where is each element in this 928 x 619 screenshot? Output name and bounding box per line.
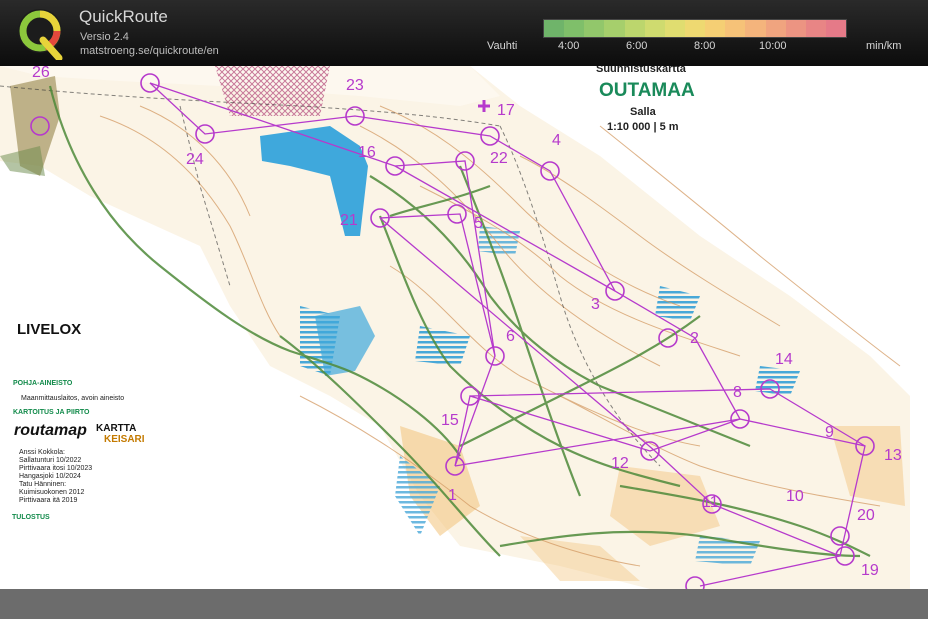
control-number: 1 [448, 487, 457, 504]
pace-color-cell [604, 20, 625, 37]
credit-line: Anssi Kokkola: [19, 449, 65, 456]
control-number: 9 [825, 424, 834, 441]
control-number: 8 [733, 384, 742, 401]
credit-line: Tatu Hänninen: [19, 481, 67, 488]
control-number: 14 [775, 351, 793, 368]
orienteering-map[interactable]: Suunnistuskartta OUTAMAA Salla 1:10 000 … [0, 66, 928, 589]
map-name: OUTAMAA [599, 80, 695, 101]
pace-color-cell [785, 20, 806, 37]
credits-pohja-text: Maanmittauslaitos, avoin aineisto [21, 395, 125, 402]
credit-line: Pirttivaara itä 2019 [19, 497, 78, 504]
control-number: 2 [690, 330, 699, 347]
control-number: 13 [884, 447, 902, 464]
credit-line: Sallatunturi 10/2022 [19, 457, 82, 464]
kartta-logo: KARTTA [96, 423, 137, 434]
pace-color-cell [584, 20, 605, 37]
credit-lines: Anssi Kokkola: Sallatunturi 10/2022 Pirt… [19, 449, 92, 505]
map-area: Salla [630, 106, 656, 118]
keisari-logo: KEISARI [104, 434, 145, 445]
app-version: Versio 2.4 [80, 31, 129, 43]
pace-color-cell [765, 20, 786, 37]
routamap-logo: routamap [14, 422, 87, 439]
credit-line: Kuimisuokonen 2012 [19, 489, 85, 496]
pace-color-cell [745, 20, 766, 37]
pace-color-cell [564, 20, 585, 37]
pace-color-cell [805, 20, 826, 37]
control-number: 5 [474, 215, 483, 232]
control-number: 16 [358, 144, 376, 161]
app-url[interactable]: matstroeng.se/quickroute/en [80, 45, 219, 57]
map-scale: 1:10 000 | 5 m [607, 121, 679, 133]
pace-color-cell [544, 20, 565, 37]
pace-color-cell [825, 20, 847, 37]
control-number: 21 [340, 212, 358, 229]
control-number: 20 [857, 507, 875, 524]
map-type-label: Suunnistuskartta [596, 66, 686, 75]
control-number: 3 [591, 296, 600, 313]
pace-unit: min/km [866, 40, 902, 52]
map-canvas [0, 66, 928, 589]
credits-kartoitus-title: KARTOITUS JA PIIRTO [13, 409, 90, 416]
app-header: QuickRoute Versio 2.4 matstroeng.se/quic… [0, 0, 928, 66]
pace-tick: 4:00 [558, 40, 580, 52]
app-title: QuickRoute [79, 7, 168, 26]
credits-pohja-title: POHJA-AINEISTO [13, 380, 73, 387]
control-number: 4 [552, 132, 561, 149]
map-credits: POHJA-AINEISTO Maanmittauslaitos, avoin … [13, 379, 193, 418]
control-number: 23 [346, 77, 364, 94]
pace-color-cell [705, 20, 726, 37]
pace-tick: 6:00 [626, 40, 648, 52]
pace-color-cell [725, 20, 746, 37]
livelox-label: LIVELOX [17, 321, 82, 338]
pace-color-cell [664, 20, 685, 37]
tulostus-label: TULOSTUS [12, 514, 50, 521]
status-bar [0, 589, 928, 619]
credit-line: Pirttivaara itosi 10/2023 [19, 465, 93, 472]
pace-color-cell [684, 20, 706, 37]
credit-line: Hangasjoki 10/2024 [19, 473, 81, 480]
pace-tick: 8:00 [694, 40, 716, 52]
control-number: 15 [441, 412, 459, 429]
control-number: 26 [32, 66, 50, 81]
control-number: 22 [490, 150, 508, 167]
control-number: 12 [611, 455, 629, 472]
pace-color-cell [644, 20, 665, 37]
quickroute-logo-icon [18, 9, 63, 60]
pace-color-cell [624, 20, 645, 37]
control-number: 6 [506, 328, 515, 345]
pace-tick: 10:00 [759, 40, 787, 52]
control-number: 17 [497, 102, 515, 119]
control-number: 24 [186, 151, 204, 168]
pace-color-scale [543, 19, 847, 38]
control-number: 19 [861, 562, 879, 579]
control-number: 11 [702, 494, 719, 511]
control-number: 10 [786, 488, 804, 505]
pace-label: Vauhti [487, 40, 518, 52]
